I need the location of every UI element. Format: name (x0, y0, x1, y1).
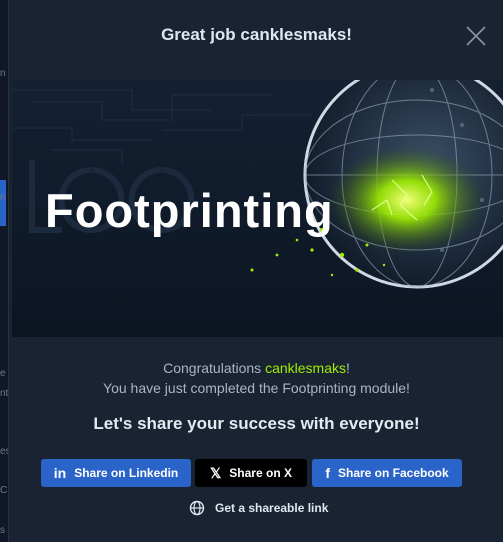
banner-module-title: Footprinting (45, 184, 334, 237)
completion-modal: Great job canklesmaks! Footprinting Cong… (8, 0, 503, 542)
linkedin-icon: in (53, 465, 67, 481)
share-heading: Let's share your success with everyone! (93, 414, 420, 433)
globe-icon (189, 500, 205, 516)
share-linkedin-button[interactable]: in Share on Linkedin (41, 459, 191, 487)
congratulations-prefix: Congratulations (163, 360, 266, 376)
modal-title: Great job canklesmaks! (161, 25, 352, 44)
module-banner: Footprinting (12, 80, 503, 337)
shareable-link-button[interactable]: Get a shareable link (189, 500, 328, 516)
share-x-button[interactable]: 𝕏 Share on X (195, 459, 307, 487)
background-text-fragment: n (0, 192, 6, 203)
shareable-link-label: Get a shareable link (215, 501, 329, 515)
modal-header: Great job canklesmaks! (9, 0, 503, 66)
share-linkedin-label: Share on Linkedin (74, 466, 179, 480)
share-facebook-button[interactable]: f Share on Facebook (312, 459, 462, 487)
close-icon (466, 26, 486, 46)
background-text-fragment: e (0, 368, 6, 379)
congratulations-suffix: ! (345, 360, 350, 376)
background-text-fragment: C (0, 485, 8, 496)
share-facebook-label: Share on Facebook (337, 466, 449, 480)
share-x-label: Share on X (229, 466, 292, 480)
background-text-fragment: n (0, 68, 6, 79)
congratulations-text: Congratulations canklesmaks! (9, 360, 503, 376)
background-text-fragment: s (0, 525, 5, 536)
x-logo-icon: 𝕏 (210, 464, 222, 481)
background-highlight (0, 180, 6, 226)
completion-message: You have just completed the Footprinting… (103, 380, 410, 396)
close-button[interactable] (464, 24, 488, 48)
username: canklesmaks (265, 360, 346, 376)
facebook-icon: f (325, 465, 330, 481)
